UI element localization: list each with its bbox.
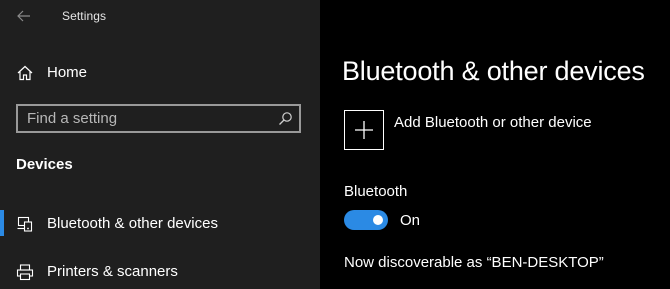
page-title: Bluetooth & other devices	[342, 56, 645, 86]
back-arrow-icon	[17, 10, 30, 22]
search-input[interactable]	[27, 109, 267, 128]
sidebar-item-label: Bluetooth & other devices	[47, 215, 218, 232]
discoverable-status: Now discoverable as “BEN-DESKTOP”	[344, 254, 604, 271]
plus-icon	[355, 121, 373, 139]
toggle-knob	[373, 215, 383, 225]
nav-home[interactable]: Home	[0, 58, 320, 88]
bluetooth-devices-icon	[17, 216, 33, 232]
title-bar: Settings	[0, 0, 320, 34]
app-title: Settings	[62, 9, 107, 23]
bluetooth-toggle-state: On	[400, 212, 421, 229]
printer-icon	[16, 264, 34, 281]
sidebar-item-bluetooth[interactable]: Bluetooth & other devices	[0, 207, 320, 241]
sidebar: Settings Home Devices Bluetooth	[0, 0, 320, 289]
selection-indicator	[0, 210, 4, 236]
add-device-button[interactable]: Add Bluetooth or other device	[344, 110, 644, 151]
nav-home-label: Home	[47, 64, 88, 81]
search-icon[interactable]	[278, 111, 293, 126]
add-device-label: Add Bluetooth or other device	[394, 114, 592, 131]
bluetooth-label: Bluetooth	[344, 183, 408, 200]
add-device-tile	[344, 110, 384, 150]
main-content: Bluetooth & other devices Add Bluetooth …	[320, 0, 670, 289]
bluetooth-toggle[interactable]	[344, 210, 388, 230]
search-box[interactable]	[16, 104, 301, 133]
sidebar-item-printers[interactable]: Printers & scanners	[0, 255, 320, 289]
section-heading-devices: Devices	[16, 156, 73, 173]
back-button[interactable]	[13, 6, 35, 26]
home-icon	[17, 65, 33, 81]
settings-window: Settings Home Devices Bluetooth	[0, 0, 670, 289]
sidebar-item-label: Printers & scanners	[47, 263, 178, 280]
